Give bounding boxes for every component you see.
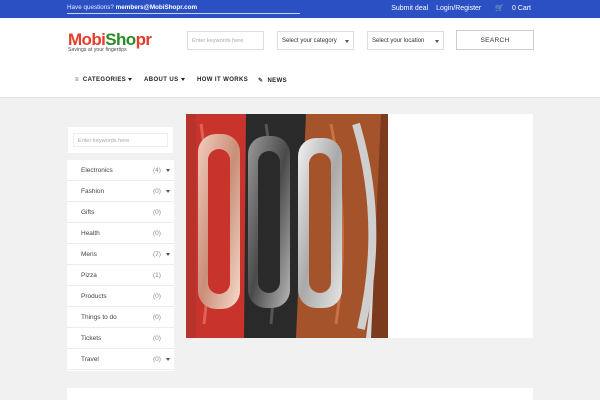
top-bar: Have questions? members@MobiShopr.com Su…	[0, 0, 600, 18]
category-item[interactable]: Fashion (0)	[67, 181, 174, 202]
cart-link[interactable]: 🛒 0 Cart	[489, 5, 531, 12]
category-item[interactable]: Things to do (0)	[67, 307, 174, 328]
category-item[interactable]: Health (0)	[67, 223, 174, 244]
contact-underline	[67, 13, 300, 14]
location-select-value: Select your location	[372, 38, 425, 44]
category-count: (4)	[153, 167, 161, 174]
category-name: Fashion	[81, 188, 105, 195]
search-button[interactable]: SEARCH	[456, 30, 534, 50]
category-item[interactable]: Tickets (0)	[67, 328, 174, 349]
chevron-down-icon	[345, 40, 349, 43]
location-select[interactable]: Select your location	[367, 31, 444, 50]
login-register-link[interactable]: Login/Register	[436, 5, 481, 12]
sidebar-search-input[interactable]: Enter keywords here	[73, 133, 168, 147]
chevron-down-icon	[435, 40, 439, 43]
category-count: (0)	[153, 314, 161, 321]
logo-part-3: pr	[135, 30, 152, 49]
nav-news[interactable]: ✎ NEWS	[258, 77, 287, 84]
sidebar-search-box: Enter keywords here	[68, 127, 173, 153]
category-item[interactable]: Travel (0)	[67, 349, 174, 370]
category-count: (1)	[153, 272, 161, 279]
category-select-value: Select your category	[282, 38, 337, 44]
category-item[interactable]: Products (0)	[67, 286, 174, 307]
category-name: Products	[81, 293, 107, 300]
category-select[interactable]: Select your category	[277, 31, 354, 50]
contact-email-link[interactable]: members@MobiShopr.com	[116, 4, 197, 11]
site-logo[interactable]: MobiShopr Savings at your fingertips	[68, 30, 152, 53]
chevron-down-icon	[128, 77, 133, 81]
chevron-down-icon	[180, 77, 185, 81]
category-count: (0)	[153, 209, 161, 216]
chevron-down-icon[interactable]	[166, 253, 170, 256]
contact-label: Have questions?	[67, 4, 116, 11]
category-item[interactable]: Pizza (1)	[67, 265, 174, 286]
category-item[interactable]: Gifts (0)	[67, 202, 174, 223]
category-name: Tickets	[81, 335, 102, 342]
category-name: Mens	[81, 251, 97, 258]
nav-categories[interactable]: ≡ CATEGORIES	[75, 77, 133, 83]
nav-about-label: ABOUT US	[144, 77, 179, 83]
category-count: (0)	[153, 335, 161, 342]
category-name: Electronics	[81, 167, 113, 174]
category-item[interactable]: Mens (7)	[67, 244, 174, 265]
category-item[interactable]: Electronics (4)	[67, 160, 174, 181]
nav-about[interactable]: ABOUT US	[144, 77, 185, 83]
nav-categories-label: CATEGORIES	[82, 77, 127, 83]
menu-icon: ≡	[75, 77, 79, 83]
category-count: (7)	[153, 251, 161, 258]
chevron-down-icon[interactable]	[166, 169, 170, 172]
header-search-input[interactable]: Enter keywords here	[187, 31, 264, 50]
product-image[interactable]	[186, 114, 533, 338]
nav-how-it-works[interactable]: HOW IT WORKS	[197, 77, 248, 83]
category-list: Electronics (4) Fashion (0) Gifts (0) He…	[67, 160, 174, 371]
submit-deal-link[interactable]: Submit deal	[391, 5, 428, 12]
chevron-down-icon[interactable]	[166, 190, 170, 193]
content-panel	[67, 388, 533, 400]
nav-news-label: NEWS	[267, 78, 288, 84]
category-name: Health	[81, 230, 100, 237]
cart-label: 0 Cart	[511, 5, 531, 12]
category-count: (0)	[153, 188, 161, 195]
logo-wordmark: MobiShopr	[68, 30, 152, 49]
featured-product-panel	[186, 114, 533, 338]
top-links: Submit deal Login/Register 🛒 0 Cart	[385, 4, 531, 12]
category-name: Things to do	[81, 314, 117, 321]
pin-icon: ✎	[258, 78, 264, 84]
category-name: Gifts	[81, 209, 95, 216]
category-count: (0)	[153, 230, 161, 237]
nav-how-label: HOW IT WORKS	[197, 77, 249, 83]
chevron-down-icon[interactable]	[166, 358, 170, 361]
header: MobiShopr Savings at your fingertips Ent…	[0, 18, 600, 98]
category-name: Travel	[81, 356, 99, 363]
contact-text: Have questions? members@MobiShopr.com	[67, 4, 197, 11]
category-count: (0)	[153, 356, 161, 363]
category-count: (0)	[153, 293, 161, 300]
category-name: Pizza	[81, 272, 97, 279]
cart-icon: 🛒	[495, 5, 504, 12]
